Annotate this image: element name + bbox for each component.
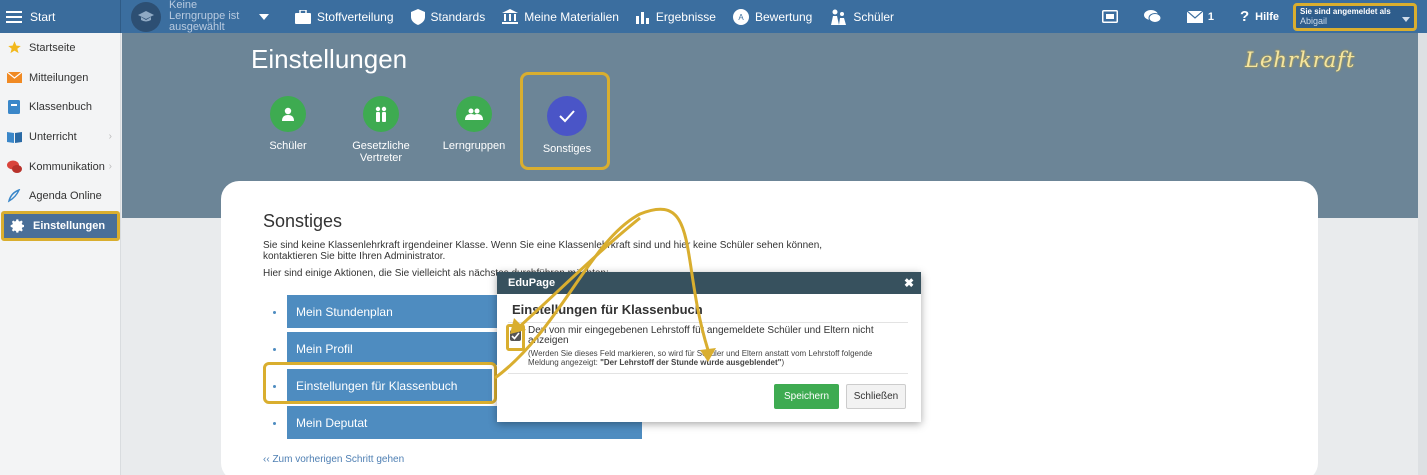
sidebar-item-klassenbuch[interactable]: Klassenbuch <box>0 92 120 122</box>
sidebar-item-einstellungen[interactable]: Einstellungen <box>1 211 120 241</box>
top-bar: Start Keine Lerngruppe ist ausgewählt St… <box>0 0 1427 33</box>
sidebar-item-mitteilungen[interactable]: Mitteilungen <box>0 63 120 93</box>
hide-lehrstoff-checkbox[interactable] <box>510 330 521 341</box>
star-icon <box>6 40 22 56</box>
graduation-cap-icon <box>131 1 161 32</box>
gear-icon <box>10 218 26 234</box>
nav-meine-materialien[interactable]: Meine Materialien <box>502 9 619 24</box>
nav-ergebnisse[interactable]: Ergebnisse <box>635 10 716 24</box>
sidebar-item-kommunikation[interactable]: Kommunikation › <box>0 152 120 182</box>
tab-schueler[interactable]: Schüler <box>253 96 323 152</box>
scrollbar-track[interactable] <box>1418 33 1427 475</box>
nav-standards[interactable]: Standards <box>410 8 485 25</box>
login-user-dropdown[interactable]: Sie sind angemeldet als Abigail <box>1293 2 1417 31</box>
save-button[interactable]: Speichern <box>774 384 839 409</box>
login-label: Sie sind angemeldet als <box>1300 6 1391 16</box>
chevron-down-icon <box>259 13 269 20</box>
close-icon[interactable]: ✖ <box>904 276 914 290</box>
dialog-header: EduPage ✖ <box>497 272 921 294</box>
person-icon <box>270 96 306 132</box>
checkmark-icon <box>511 331 520 340</box>
nav-stoffverteilung[interactable]: Stoffverteilung <box>295 9 394 24</box>
bar-chart-icon <box>635 11 649 24</box>
chat-button[interactable] <box>1143 9 1161 24</box>
messages-button[interactable]: 1 <box>1186 10 1214 23</box>
group-text: Keine Lerngruppe ist ausgewählt <box>169 0 240 33</box>
sidebar-item-agenda-online[interactable]: Agenda Online <box>0 181 120 211</box>
chevron-down-icon <box>1402 16 1410 22</box>
group-icon <box>456 96 492 132</box>
checkbox-note: (Werden Sie dieses Feld markieren, so wi… <box>528 349 873 367</box>
page-title: Einstellungen <box>251 44 408 74</box>
sidebar: Startseite Mitteilungen Klassenbuch Unte… <box>0 33 121 475</box>
sidebar-item-startseite[interactable]: Startseite <box>0 33 120 63</box>
highlight-sonstiges <box>520 72 610 170</box>
tab-gesetzliche-vertreter[interactable]: Gesetzliche Vertreter <box>346 96 416 164</box>
pen-icon <box>6 188 22 204</box>
help-icon: ? <box>1239 8 1250 25</box>
info-text: Sie sind keine Klassenlehrkraft irgendei… <box>263 240 823 262</box>
envelope-icon <box>1186 10 1203 23</box>
top-nav: Stoffverteilung Standards Meine Material… <box>295 8 911 25</box>
divider <box>508 373 908 374</box>
sidebar-item-unterricht[interactable]: Unterricht › <box>0 122 120 152</box>
back-link[interactable]: ‹‹ Zum vorherigen Schritt gehen <box>263 454 404 465</box>
hamburger-icon <box>6 10 22 23</box>
messages-count: 1 <box>1207 10 1214 23</box>
cast-button[interactable] <box>1101 10 1118 23</box>
group-selector[interactable]: Keine Lerngruppe ist ausgewählt <box>131 0 271 33</box>
shield-icon <box>410 8 425 25</box>
top-right-area: 1 ? Hilfe Sie sind angemeldet als Abigai… <box>1101 0 1427 33</box>
bank-icon <box>502 9 519 24</box>
cast-icon <box>1101 10 1118 23</box>
divider <box>508 322 908 323</box>
annotation-lehrkraft: Lehrkraft <box>1245 48 1356 72</box>
klassenbuch-settings-dialog: EduPage ✖ Einstellungen für Klassenbuch … <box>497 272 921 422</box>
login-user: Abigail <box>1300 15 1328 26</box>
dialog-header-title: EduPage <box>508 277 556 289</box>
book-icon <box>6 99 22 115</box>
highlight-einstellungen-klassenbuch <box>263 362 497 404</box>
students-icon <box>831 9 847 25</box>
svg-text:A: A <box>738 13 744 22</box>
nav-bewertung[interactable]: A Bewertung <box>732 8 812 25</box>
chat-icon <box>6 159 22 175</box>
tab-lerngruppen[interactable]: Lerngruppen <box>439 96 509 152</box>
section-title: Sonstiges <box>263 211 343 231</box>
chevron-right-icon: › <box>108 161 112 173</box>
help-button[interactable]: ? Hilfe <box>1240 8 1279 25</box>
dialog-title: Einstellungen für Klassenbuch <box>512 302 703 317</box>
start-menu-button[interactable]: Start <box>0 0 121 33</box>
parents-icon <box>363 96 399 132</box>
list-bullet <box>273 311 276 314</box>
open-book-icon <box>6 129 22 145</box>
briefcase-icon <box>295 9 311 24</box>
list-bullet <box>273 348 276 351</box>
list-bullet <box>273 422 276 425</box>
start-label: Start <box>30 9 56 24</box>
close-button[interactable]: Schließen <box>846 384 906 409</box>
nav-schueler[interactable]: Schüler <box>829 9 894 25</box>
checkbox-label: Den von mir eingegebenen Lehrstoff für a… <box>528 325 874 346</box>
chat-bubbles-icon <box>1143 10 1161 23</box>
grade-icon: A <box>732 8 749 25</box>
chevron-right-icon: › <box>108 131 112 143</box>
mail-icon <box>6 70 22 86</box>
